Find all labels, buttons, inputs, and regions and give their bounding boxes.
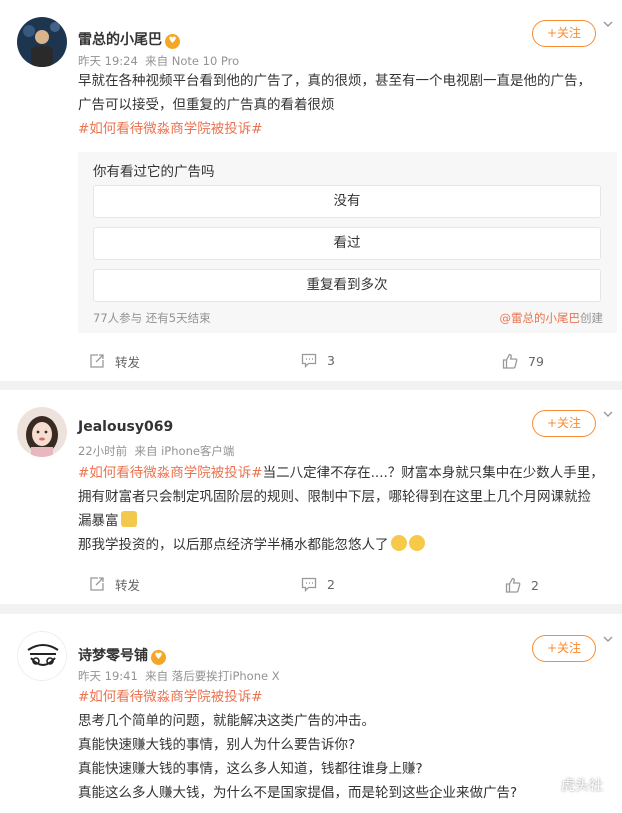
comment-button[interactable]: 3 xyxy=(301,350,335,370)
follow-button[interactable]: +关注 xyxy=(532,635,596,662)
poll-creator: @雷总的小尾巴创建 xyxy=(499,311,604,325)
post-meta: 昨天 19:24 来自 Note 10 Pro xyxy=(78,54,240,68)
username[interactable]: 诗梦零号铺 ♥ xyxy=(78,645,166,665)
comment-icon xyxy=(301,577,317,592)
weibo-post-1: 雷总的小尾巴 ♥ 昨天 19:24 来自 Note 10 Pro +关注 早就在各… xyxy=(0,0,622,381)
username[interactable]: Jealousy069 xyxy=(78,419,173,435)
hashtag-link[interactable]: #如何看待微淼商学院被投诉# xyxy=(78,465,263,481)
avatar[interactable] xyxy=(17,631,67,681)
comment-icon xyxy=(301,353,317,368)
repost-icon xyxy=(90,577,104,591)
follow-button[interactable]: +关注 xyxy=(532,20,596,47)
poll-option-many[interactable]: 重复看到多次 xyxy=(93,269,601,302)
follow-button[interactable]: +关注 xyxy=(532,410,596,437)
creator-link[interactable]: @雷总的小尾巴 xyxy=(500,311,581,325)
avatar[interactable] xyxy=(17,17,67,67)
poll-question: 你有看过它的广告吗 xyxy=(93,164,215,180)
emoji-grin-icon xyxy=(408,535,425,551)
poll-option-seen[interactable]: 看过 xyxy=(93,227,601,260)
username[interactable]: 雷总的小尾巴 ♥ xyxy=(78,29,180,49)
vip-badge-icon: ♥ xyxy=(151,650,166,665)
chevron-down-icon[interactable] xyxy=(602,408,614,420)
weibo-post-2: Jealousy069 22小时前 来自 iPhone客户端 +关注 #如何看待… xyxy=(0,390,622,604)
thumbs-up-icon xyxy=(502,353,518,369)
watermark: 虎头社 xyxy=(540,775,603,795)
post-meta: 22小时前 来自 iPhone客户端 xyxy=(78,444,235,458)
repost-button[interactable]: 转发 xyxy=(89,351,140,371)
post-text: #如何看待微淼商学院被投诉# 思考几个简单的问题，就能解决这类广告的冲击。 真能… xyxy=(78,685,618,805)
chevron-down-icon[interactable] xyxy=(602,633,614,645)
wechat-icon xyxy=(540,778,556,792)
poll-footer: 77人参与 还有5天结束 xyxy=(93,311,211,325)
post-text: #如何看待微淼商学院被投诉#当二八定律不存在....？财富本身就只集中在少数人手… xyxy=(78,465,604,553)
emoji-laugh-icon xyxy=(390,535,407,551)
thumbs-up-icon xyxy=(505,577,521,593)
post-text: 早就在各种视频平台看到他的广告了，真的很烦，甚至有一个电视剧一直是他的广告， 广… xyxy=(78,69,618,141)
hashtag-link[interactable]: #如何看待微淼商学院被投诉# xyxy=(78,685,618,709)
poll-card: 你有看过它的广告吗 没有 看过 重复看到多次 77人参与 还有5天结束 @雷总的… xyxy=(78,152,617,333)
post-meta: 昨天 19:41 来自 落后要挨打iPhone X xyxy=(78,669,280,683)
avatar[interactable] xyxy=(17,407,67,457)
emoji-icon xyxy=(120,511,137,527)
like-button[interactable]: 79 xyxy=(502,351,544,371)
poll-option-none[interactable]: 没有 xyxy=(93,185,601,218)
like-button[interactable]: 2 xyxy=(505,575,539,595)
comment-button[interactable]: 2 xyxy=(301,574,335,594)
repost-button[interactable]: 转发 xyxy=(89,574,140,594)
chevron-down-icon[interactable] xyxy=(602,18,614,30)
repost-icon xyxy=(90,354,104,368)
weibo-post-3: 诗梦零号铺 ♥ 昨天 19:41 来自 落后要挨打iPhone X +关注 #如何… xyxy=(0,614,622,813)
hashtag-link[interactable]: #如何看待微淼商学院被投诉# xyxy=(78,117,618,141)
vip-badge-icon: ♥ xyxy=(165,34,180,49)
